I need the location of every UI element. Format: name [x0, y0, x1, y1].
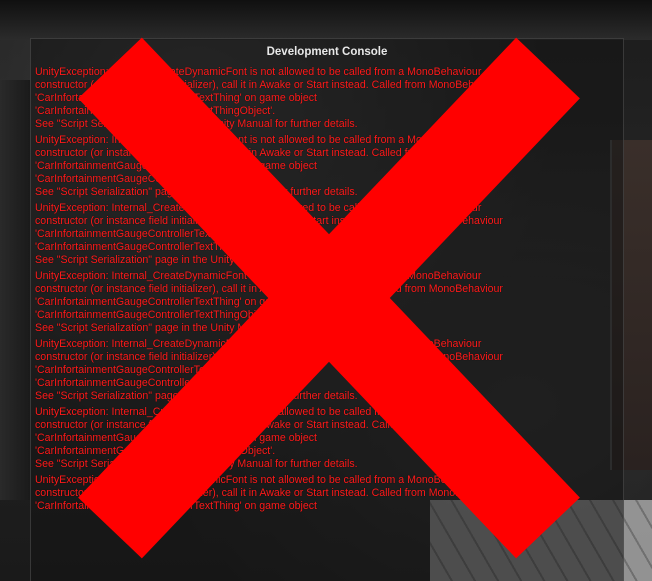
scene-ceiling: [0, 0, 652, 40]
log-line: See "Script Serialization" page in the U…: [35, 322, 358, 334]
log-line: 'CarInfortainmentGaugeControllerTextThin…: [35, 92, 317, 104]
log-entry: UnityException: Internal_CreateDynamicFo…: [35, 406, 623, 471]
log-line: UnityException: Internal_CreateDynamicFo…: [35, 338, 482, 350]
log-line: 'CarInfortainmentGaugeControllerTextThin…: [35, 445, 276, 457]
log-line: UnityException: Internal_CreateDynamicFo…: [35, 474, 482, 486]
log-line: 'CarInfortainmentGaugeControllerTextThin…: [35, 160, 317, 172]
log-line: constructor (or instance field initializ…: [35, 215, 503, 227]
log-line: constructor (or instance field initializ…: [35, 147, 503, 159]
development-console[interactable]: Development Console UnityException: Inte…: [30, 38, 624, 581]
log-line: See "Script Serialization" page in the U…: [35, 118, 358, 130]
log-entry: UnityException: Internal_CreateDynamicFo…: [35, 134, 623, 199]
log-line: UnityException: Internal_CreateDynamicFo…: [35, 66, 482, 78]
log-line: See "Script Serialization" page in the U…: [35, 458, 358, 470]
log-line: constructor (or instance field initializ…: [35, 487, 503, 499]
log-line: UnityException: Internal_CreateDynamicFo…: [35, 134, 482, 146]
log-entry: UnityException: Internal_CreateDynamicFo…: [35, 202, 623, 267]
log-line: 'CarInfortainmentGaugeControllerTextThin…: [35, 377, 276, 389]
log-line: UnityException: Internal_CreateDynamicFo…: [35, 202, 482, 214]
log-line: 'CarInfortainmentGaugeControllerTextThin…: [35, 500, 317, 512]
log-line: 'CarInfortainmentGaugeControllerTextThin…: [35, 364, 317, 376]
log-line: 'CarInfortainmentGaugeControllerTextThin…: [35, 309, 276, 321]
log-line: constructor (or instance field initializ…: [35, 79, 503, 91]
log-line: constructor (or instance field initializ…: [35, 419, 503, 431]
console-log-list[interactable]: UnityException: Internal_CreateDynamicFo…: [31, 63, 623, 513]
log-line: UnityException: Internal_CreateDynamicFo…: [35, 406, 482, 418]
scene-left-wall: [0, 80, 30, 500]
log-line: 'CarInfortainmentGaugeControllerTextThin…: [35, 228, 317, 240]
console-title: Development Console: [266, 46, 388, 58]
log-line: 'CarInfortainmentGaugeControllerTextThin…: [35, 105, 276, 117]
log-entry: UnityException: Internal_CreateDynamicFo…: [35, 474, 623, 513]
log-line: UnityException: Internal_CreateDynamicFo…: [35, 270, 482, 282]
log-entry: UnityException: Internal_CreateDynamicFo…: [35, 338, 623, 403]
log-line: 'CarInfortainmentGaugeControllerTextThin…: [35, 432, 317, 444]
log-entry: UnityException: Internal_CreateDynamicFo…: [35, 270, 623, 335]
log-line: 'CarInfortainmentGaugeControllerTextThin…: [35, 173, 276, 185]
log-entry: UnityException: Internal_CreateDynamicFo…: [35, 66, 623, 131]
log-line: See "Script Serialization" page in the U…: [35, 390, 358, 402]
log-line: constructor (or instance field initializ…: [35, 283, 503, 295]
log-line: See "Script Serialization" page in the U…: [35, 186, 358, 198]
log-line: 'CarInfortainmentGaugeControllerTextThin…: [35, 241, 276, 253]
log-line: See "Script Serialization" page in the U…: [35, 254, 358, 266]
log-line: 'CarInfortainmentGaugeControllerTextThin…: [35, 296, 317, 308]
log-line: constructor (or instance field initializ…: [35, 351, 503, 363]
